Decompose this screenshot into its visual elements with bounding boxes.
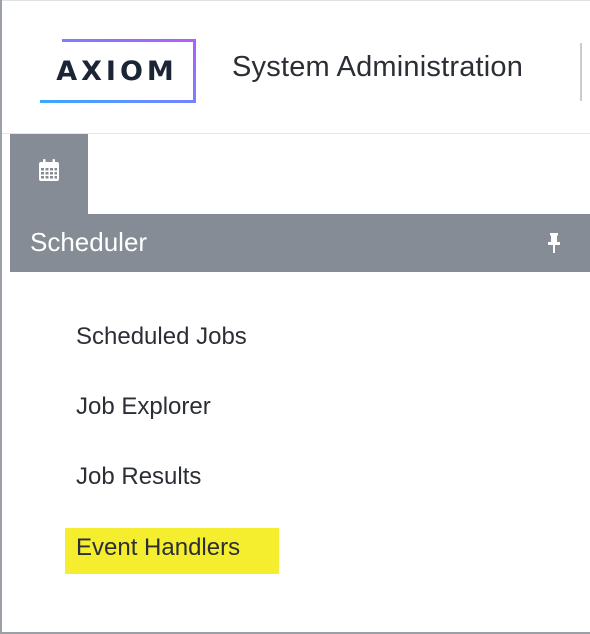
calendar-icon	[39, 159, 59, 181]
tab-scheduler[interactable]	[10, 134, 88, 214]
panel-title: Scheduler	[30, 227, 148, 257]
nav-item-scheduled-jobs[interactable]: Scheduled Jobs	[76, 323, 247, 351]
page-title: System Administration	[232, 51, 524, 83]
pin-icon[interactable]	[546, 232, 562, 254]
nav-item-job-explorer[interactable]: Job Explorer	[76, 393, 211, 421]
app-window: AXIOM System Administration Scheduler Sc…	[0, 0, 590, 634]
axiom-logo[interactable]: AXIOM	[34, 39, 196, 103]
nav-item-event-handlers[interactable]: Event Handlers	[76, 534, 240, 562]
logo-text: AXIOM	[56, 55, 178, 87]
app-header: AXIOM System Administration	[2, 0, 590, 134]
header-divider	[580, 43, 582, 101]
tab-strip	[2, 134, 590, 214]
nav-item-job-results[interactable]: Job Results	[76, 463, 201, 491]
panel-header: Scheduler	[10, 214, 590, 272]
